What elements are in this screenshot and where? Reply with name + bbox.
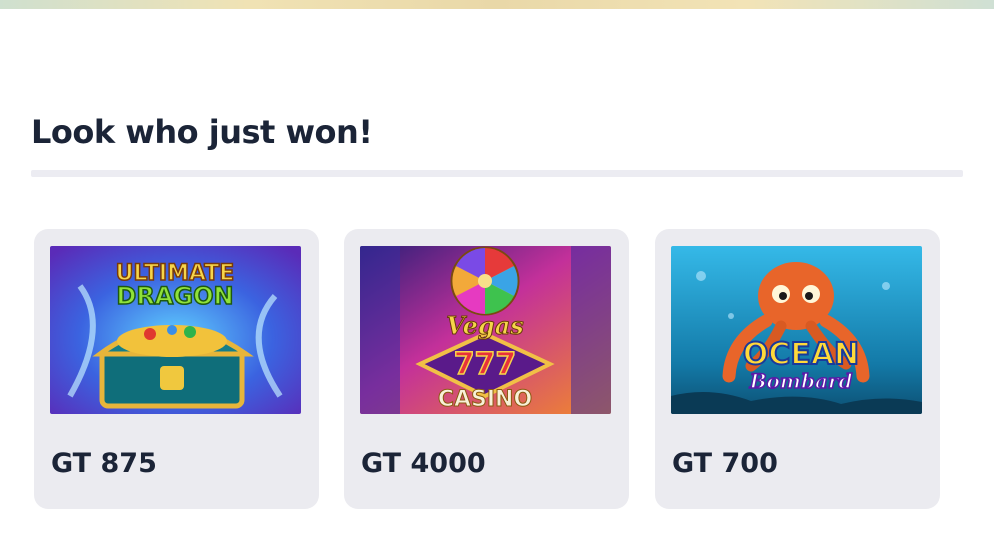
octopus-icon: OCEAN Bombard (671, 246, 922, 414)
fortune-wheel-icon: Vegas 777 CASINO (360, 246, 611, 414)
game-thumbnail-ultimate-dragon[interactable]: ULTIMATE DRAGON (50, 246, 301, 414)
win-amount: GT 875 (51, 448, 157, 479)
winner-card-ocean-bombard[interactable]: OCEAN Bombard GT 700 (655, 229, 940, 509)
game-thumbnail-ocean-bombard[interactable]: OCEAN Bombard (671, 246, 922, 414)
svg-text:Vegas: Vegas (446, 311, 524, 340)
svg-text:Bombard: Bombard (749, 369, 853, 393)
svg-text:CASINO: CASINO (438, 387, 532, 412)
svg-text:777: 777 (454, 347, 517, 382)
section-title: Look who just won! (31, 113, 373, 151)
winner-card-ultimate-dragon[interactable]: ULTIMATE DRAGON GT 875 (34, 229, 319, 509)
svg-text:DRAGON: DRAGON (116, 282, 233, 310)
section-divider (31, 170, 963, 177)
win-amount: GT 4000 (361, 448, 486, 479)
svg-text:OCEAN: OCEAN (743, 337, 859, 372)
game-thumbnail-vegas-777-casino[interactable]: Vegas 777 CASINO (360, 246, 611, 414)
win-amount: GT 700 (672, 448, 778, 479)
treasure-chest-icon: ULTIMATE DRAGON (50, 246, 301, 414)
top-banner-strip (0, 0, 994, 9)
winner-card-vegas-777-casino[interactable]: Vegas 777 CASINO GT 4000 (344, 229, 629, 509)
